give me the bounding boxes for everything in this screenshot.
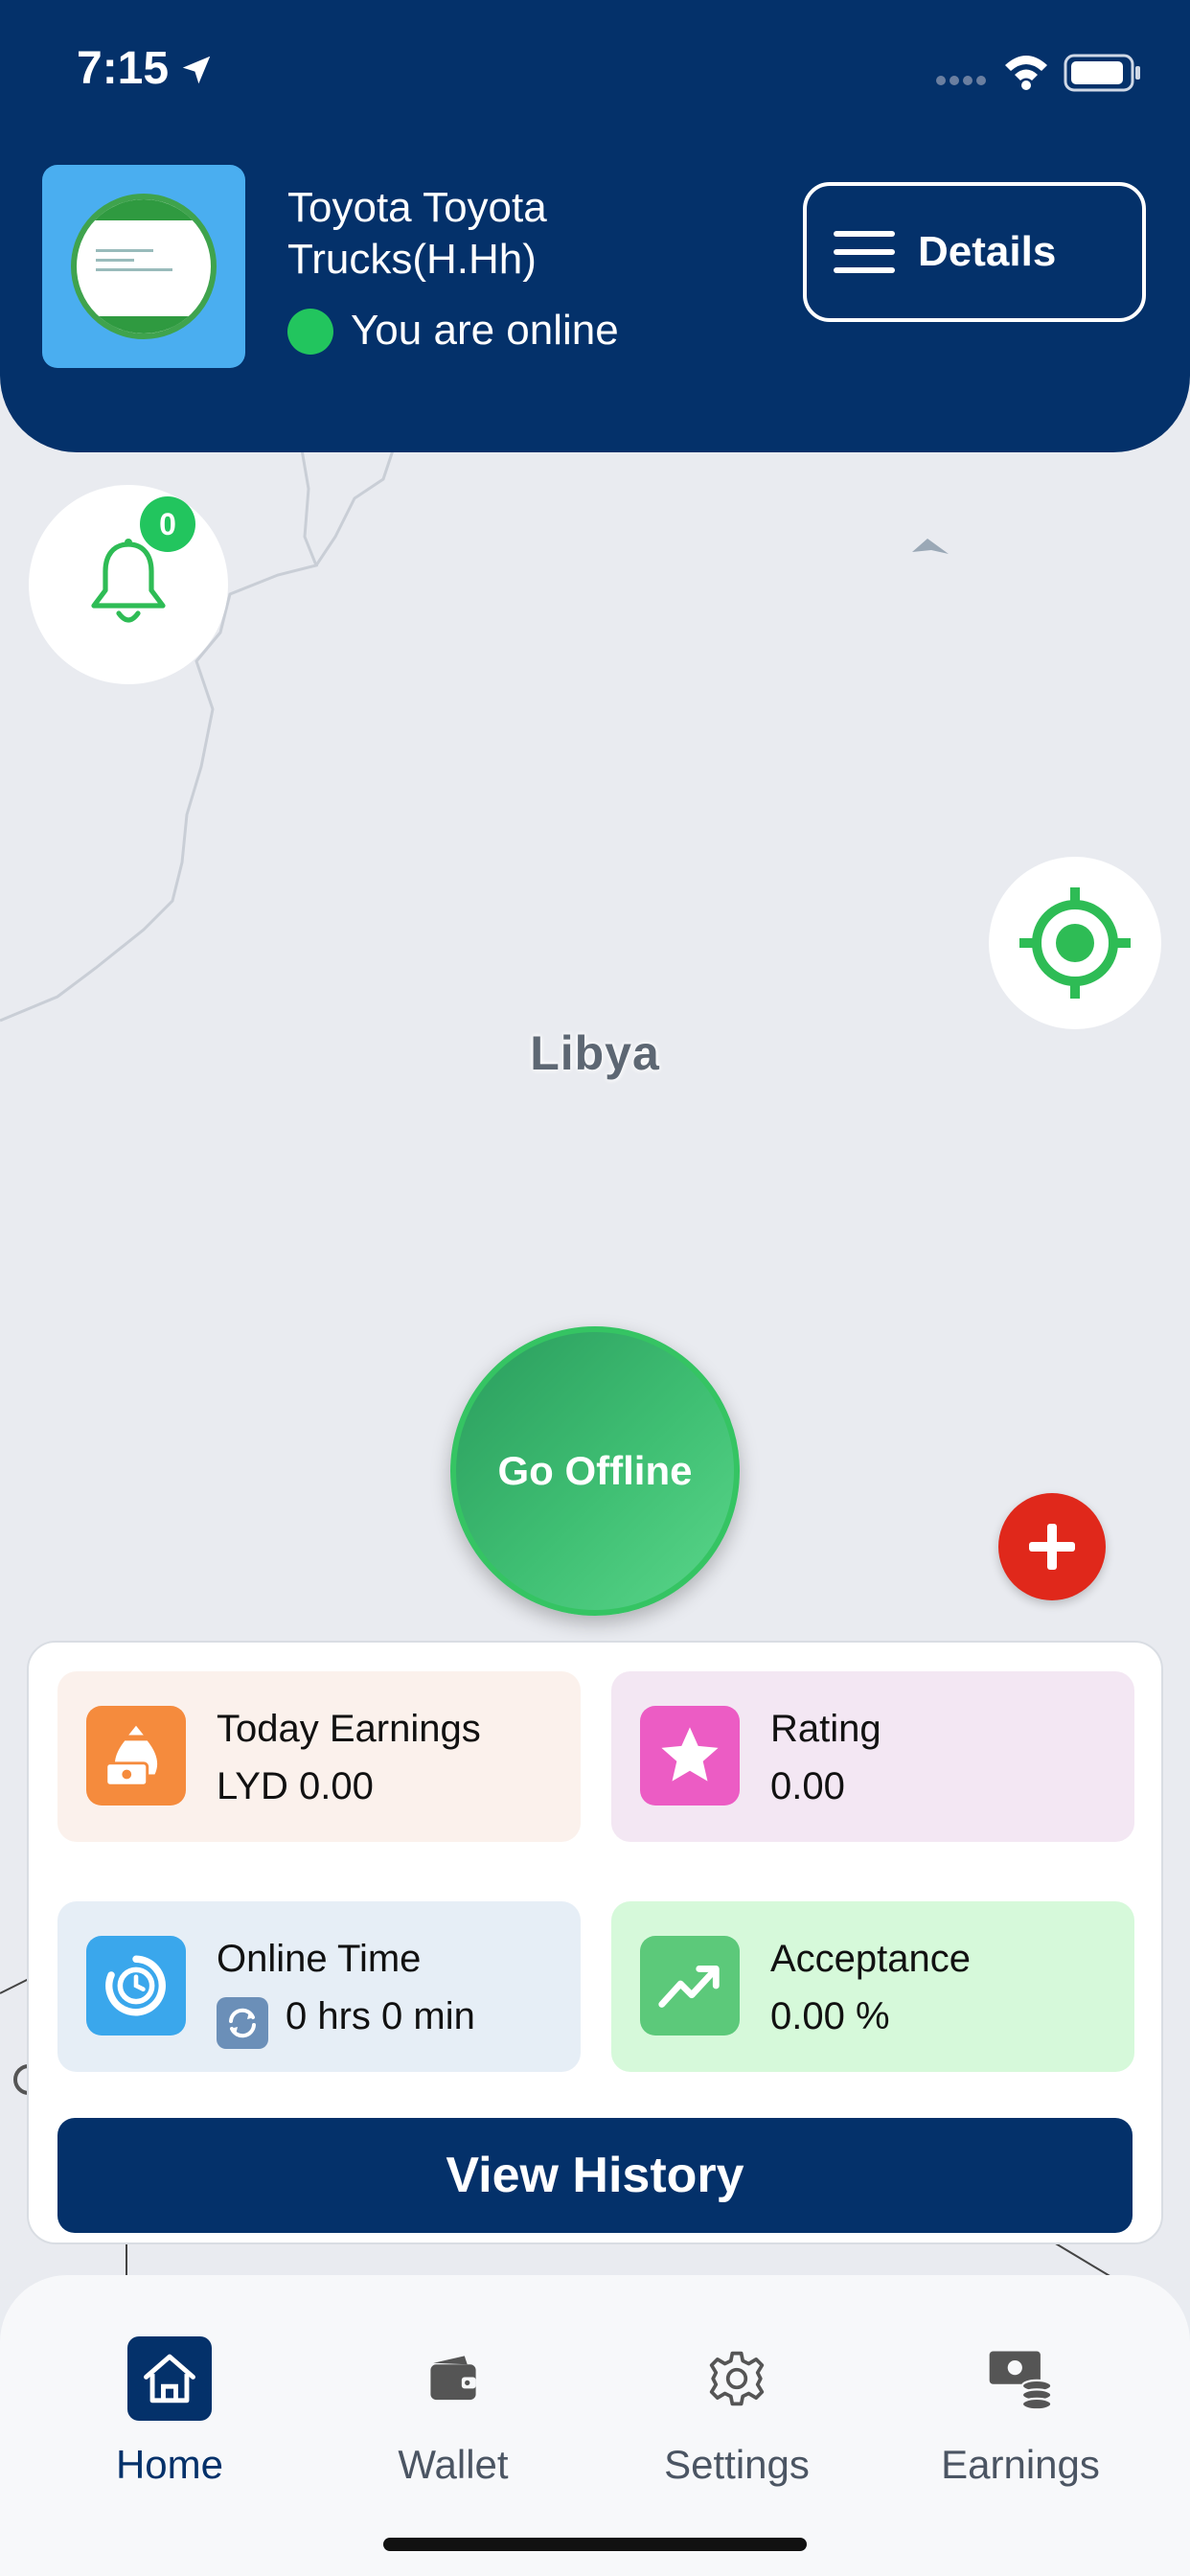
tab-earnings-label: Earnings <box>941 2442 1100 2487</box>
driver-name: Toyota Toyota Trucks(H.Hh) <box>287 184 547 283</box>
hamburger-menu-icon <box>834 231 895 273</box>
details-button[interactable]: Details <box>803 182 1146 322</box>
rating-title: Rating <box>770 1708 881 1750</box>
cellular-signal-icon <box>936 76 986 85</box>
crosshair-icon <box>1019 887 1131 999</box>
driver-avatar[interactable] <box>42 165 245 368</box>
acceptance-value: 0.00 % <box>770 1995 890 2037</box>
notifications-button[interactable] <box>29 485 228 684</box>
today-earnings-value: LYD 0.00 <box>217 1765 374 1807</box>
header-panel: 7:15 Toyota Toyota Trucks(H.Hh) You are … <box>0 0 1190 452</box>
stats-card: Today Earnings LYD 0.00 Rating 0.00 Onli… <box>27 1641 1163 2244</box>
acceptance-title: Acceptance <box>770 1938 972 1980</box>
status-time: 7:15 <box>77 43 170 94</box>
clock-icon <box>86 1936 186 2036</box>
tab-home[interactable]: Home <box>55 2317 285 2509</box>
details-button-label: Details <box>918 228 1057 275</box>
earnings-icon <box>978 2336 1063 2421</box>
view-history-label: View History <box>446 2148 744 2203</box>
battery-icon <box>1064 54 1140 92</box>
bottom-tab-bar: Home Wallet Settings Earnings <box>0 2275 1190 2576</box>
online-time-tile[interactable]: Online Time 0 hrs 0 min <box>57 1901 581 2072</box>
plus-icon <box>1029 1524 1075 1570</box>
go-offline-button[interactable]: Go Offline <box>450 1326 740 1616</box>
today-earnings-tile[interactable]: Today Earnings LYD 0.00 <box>57 1671 581 1842</box>
tab-wallet-label: Wallet <box>398 2442 509 2487</box>
location-arrow-icon <box>182 56 211 84</box>
today-earnings-title: Today Earnings <box>217 1708 481 1750</box>
home-indicator[interactable] <box>383 2538 807 2551</box>
add-button[interactable] <box>998 1493 1106 1600</box>
home-icon <box>127 2336 212 2421</box>
tab-earnings[interactable]: Earnings <box>905 2317 1135 2509</box>
map-country-label: Libya <box>530 1026 660 1080</box>
rating-value: 0.00 <box>770 1765 845 1807</box>
avatar-photo <box>71 194 217 339</box>
star-icon <box>640 1706 740 1806</box>
tab-home-label: Home <box>115 2442 224 2487</box>
wifi-icon <box>1005 56 1047 90</box>
trending-up-icon <box>640 1936 740 2036</box>
status-bar: 7:15 <box>0 0 1190 144</box>
online-time-value: 0 hrs 0 min <box>286 1995 475 2037</box>
driver-home-screen: Libya 7:15 Toyota Toyota Trucks(H.Hh) Yo… <box>0 0 1190 2576</box>
tab-wallet[interactable]: Wallet <box>338 2317 568 2509</box>
bell-icon <box>91 539 166 623</box>
go-offline-label: Go Offline <box>497 1448 693 1493</box>
gear-icon <box>695 2336 779 2421</box>
money-bag-icon <box>86 1706 186 1806</box>
recenter-location-button[interactable] <box>989 857 1161 1029</box>
online-time-title: Online Time <box>217 1938 422 1980</box>
online-status-text: You are online <box>351 307 619 354</box>
notification-count-badge: 0 <box>140 496 195 552</box>
view-history-button[interactable]: View History <box>57 2118 1133 2233</box>
tab-settings[interactable]: Settings <box>622 2317 852 2509</box>
tab-settings-label: Settings <box>664 2442 810 2487</box>
acceptance-tile[interactable]: Acceptance 0.00 % <box>611 1901 1134 2072</box>
wallet-icon <box>411 2336 495 2421</box>
online-status-dot <box>287 309 333 355</box>
rating-tile[interactable]: Rating 0.00 <box>611 1671 1134 1842</box>
sync-icon <box>217 1997 268 2049</box>
